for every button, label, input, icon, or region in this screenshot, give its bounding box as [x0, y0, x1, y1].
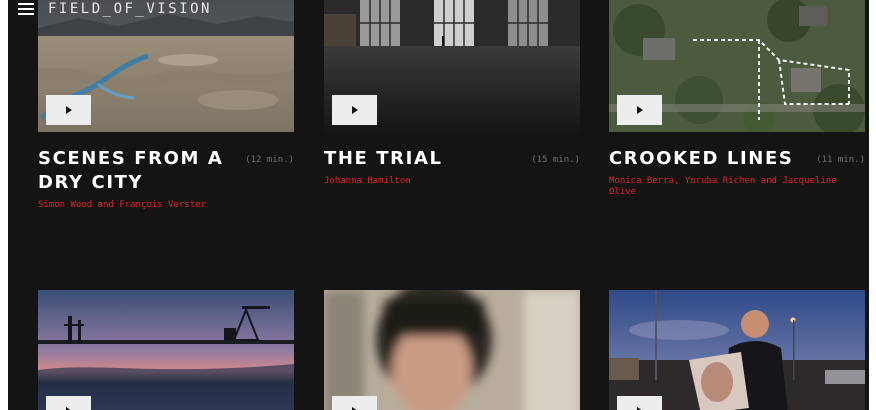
play-icon — [636, 106, 643, 114]
oil-field-dusk-image — [38, 290, 294, 410]
site-logo[interactable]: FIELD_OF_VISION — [48, 1, 212, 17]
play-button[interactable] — [617, 396, 662, 410]
film-title[interactable]: SCENES FROM A DRY CITY — [38, 147, 238, 195]
film-card-crooked-lines: CROOKED LINES (11 min.) Monica Berra, Yo… — [609, 0, 865, 230]
film-thumbnail-man-holding-poster[interactable] — [609, 290, 865, 410]
man-holding-poster-image — [609, 290, 865, 410]
blurred-portrait-image — [324, 290, 580, 410]
film-thumbnail-oil-field-dusk[interactable] — [38, 290, 294, 410]
film-duration: (15 min.) — [531, 155, 580, 165]
film-duration: (11 min.) — [816, 155, 865, 165]
film-card-scenes-from-a-dry-city: SCENES FROM A DRY CITY (12 min.) Simon W… — [38, 0, 294, 230]
film-card-oil-field-dusk — [38, 290, 294, 410]
film-card-man-holding-poster — [609, 290, 865, 410]
play-button[interactable] — [332, 396, 377, 410]
play-button[interactable] — [46, 396, 91, 410]
top-bar: FIELD_OF_VISION — [8, 0, 308, 22]
play-button[interactable] — [617, 95, 662, 125]
play-icon — [65, 106, 72, 114]
film-duration: (12 min.) — [245, 155, 294, 165]
film-card-the-trial: THE TRIAL (15 min.) Johanna Hamilton — [324, 0, 580, 230]
film-card-blurred-portrait — [324, 290, 580, 410]
film-title[interactable]: CROOKED LINES — [609, 147, 809, 171]
page: FIELD_OF_VISION SCENES FROM A DRY CITY (… — [8, 0, 869, 410]
play-button[interactable] — [46, 95, 91, 125]
film-title[interactable]: THE TRIAL — [324, 147, 524, 171]
hamburger-menu-icon[interactable] — [18, 3, 34, 16]
film-credits[interactable]: Johanna Hamilton — [324, 176, 580, 187]
play-button[interactable] — [332, 95, 377, 125]
film-thumbnail-blurred-portrait[interactable] — [324, 290, 580, 410]
play-icon — [351, 106, 358, 114]
film-credits[interactable]: Monica Berra, Yoruba Richen and Jacqueli… — [609, 176, 865, 198]
film-credits[interactable]: Simon Wood and François Verster — [38, 200, 294, 211]
